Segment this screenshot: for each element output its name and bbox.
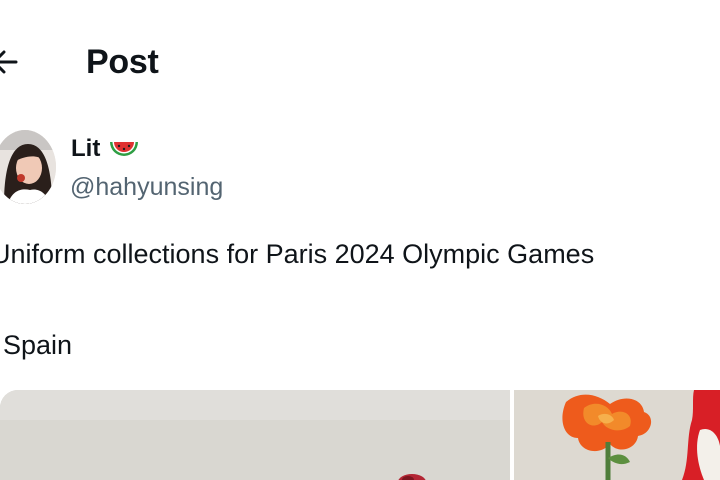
photo-1 xyxy=(0,390,510,480)
watermelon-icon xyxy=(110,142,139,156)
media-image[interactable] xyxy=(0,390,510,480)
post-text-line: Uniform collections for Paris 2024 Olymp… xyxy=(0,239,595,269)
media-grid xyxy=(0,390,720,480)
avatar[interactable] xyxy=(0,130,56,204)
author-name[interactable]: Lit xyxy=(71,134,140,164)
media-image[interactable] xyxy=(514,390,720,480)
author-handle[interactable]: @hahyunsing xyxy=(70,172,223,202)
post-page: Post Lit @hahyunsing Uniform collections… xyxy=(0,0,720,480)
arrow-left-icon xyxy=(0,50,18,74)
back-button[interactable] xyxy=(0,40,30,84)
photo-2 xyxy=(514,390,720,480)
post-text-line: Spain xyxy=(3,330,73,360)
page-title: Post xyxy=(86,43,159,81)
author-display-name: Lit xyxy=(71,135,101,162)
post-header: Post xyxy=(0,0,720,120)
avatar-photo xyxy=(0,130,56,204)
